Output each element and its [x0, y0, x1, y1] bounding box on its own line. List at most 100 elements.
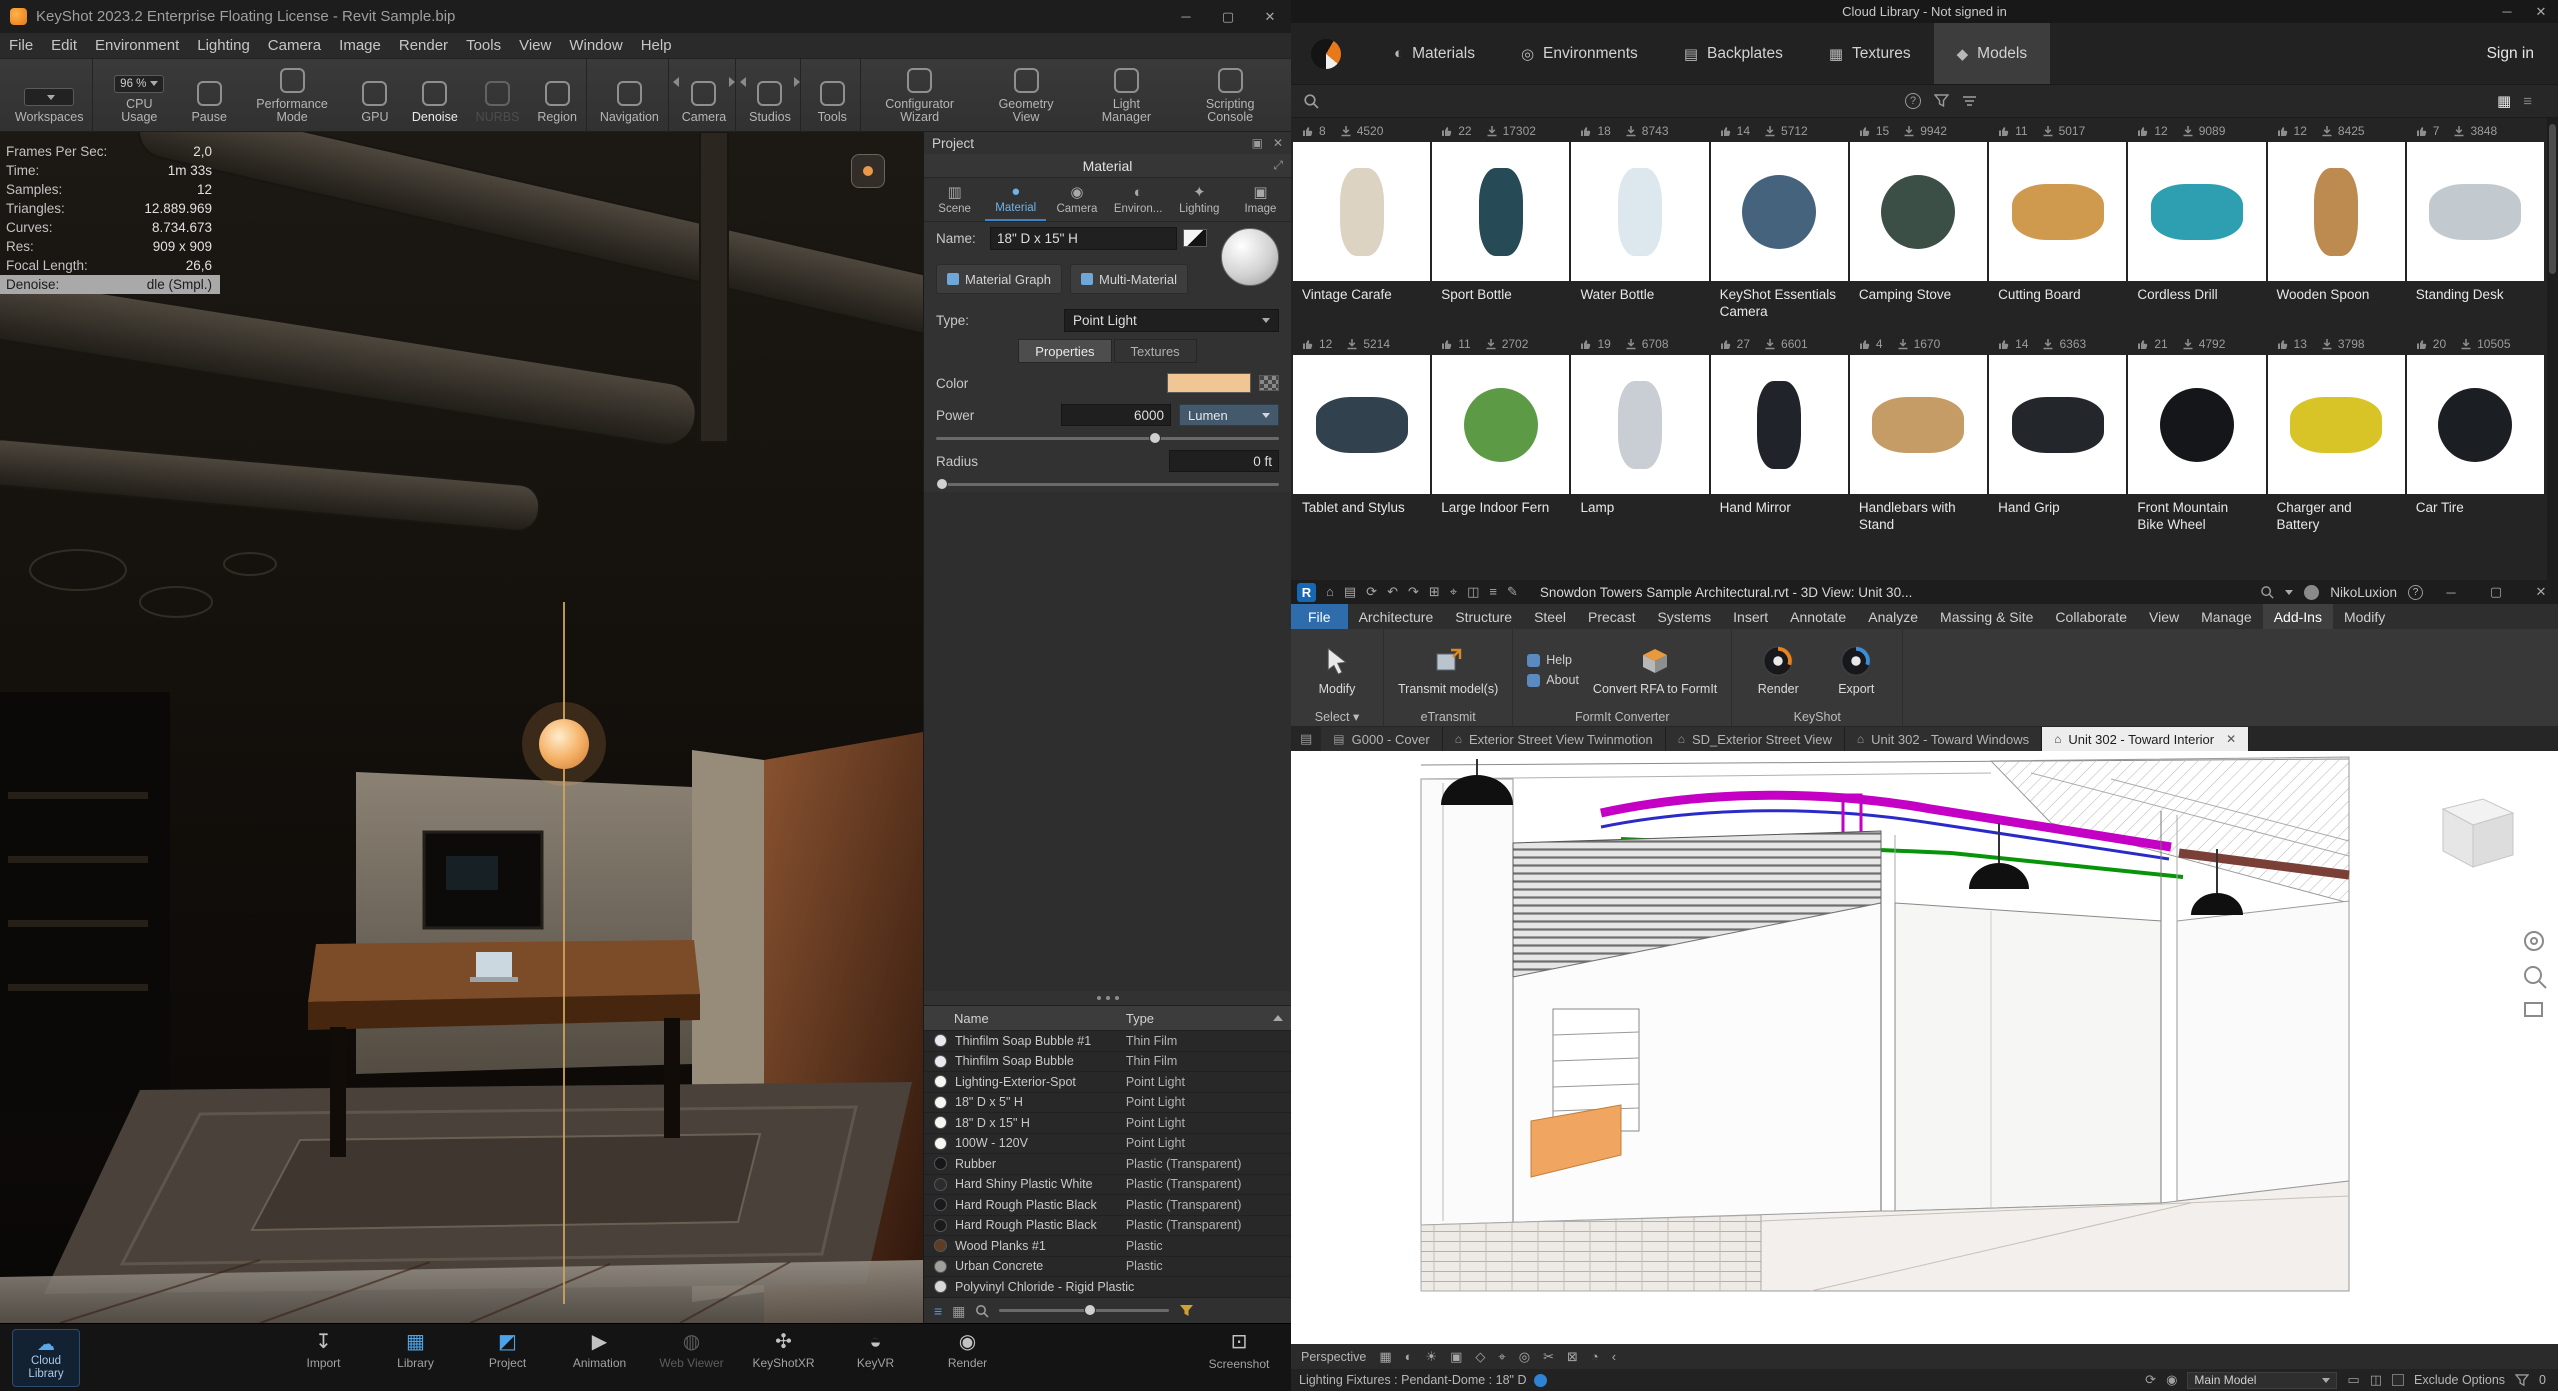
panel-label-keyshot[interactable]: KeyShot [1732, 707, 1902, 726]
quick-access-icon[interactable]: ↶ [1387, 584, 1398, 600]
ribbon-tab[interactable]: Massing & Site [1929, 604, 2044, 629]
model-card[interactable]: 19 6708 Lamp [1571, 333, 1708, 536]
list-view-icon[interactable]: ≡ [934, 1304, 942, 1318]
menu-item[interactable]: Lighting [188, 37, 259, 54]
collapse-icon[interactable]: ‹ [1612, 1349, 1616, 1364]
power-slider-handle[interactable] [1149, 432, 1161, 444]
project-panel-header[interactable]: Project ▣ ✕ [924, 132, 1291, 154]
view-tab[interactable]: ⌂ Unit 302 - Toward Windows ✕ [1845, 727, 2042, 751]
help-icon[interactable]: ? [1905, 93, 1921, 109]
model-thumbnail[interactable] [1571, 355, 1708, 494]
quick-access-icon[interactable]: ▤ [1344, 584, 1356, 600]
minimize-button[interactable]: ─ [1165, 0, 1207, 33]
help-icon[interactable]: ? [2408, 585, 2423, 600]
sort-ascending-icon[interactable] [1273, 1015, 1283, 1021]
filter-icon[interactable] [1934, 94, 1949, 108]
model-thumbnail[interactable] [1432, 142, 1569, 281]
type-column-header[interactable]: Type [1126, 1011, 1154, 1026]
panel-label-select[interactable]: Select ▾ [1291, 707, 1383, 726]
panel-label-formit[interactable]: FormIt Converter [1513, 707, 1731, 726]
cloud-library-titlebar[interactable]: Cloud Library - Not signed in ─ ✕ [1291, 0, 2558, 23]
material-list-row[interactable]: 18" D x 15" H Point Light [924, 1113, 1291, 1134]
close-button[interactable]: ✕ [2524, 580, 2558, 604]
status-icon[interactable]: ▭ [2347, 1372, 2359, 1388]
library-tab[interactable]: ▦ Textures [1806, 23, 1934, 84]
material-list-row[interactable]: Hard Rough Plastic Black Plastic (Transp… [924, 1195, 1291, 1216]
toolbar-dropdown[interactable]: 96 % [114, 75, 164, 93]
material-list-row[interactable]: Hard Rough Plastic Black Plastic (Transp… [924, 1216, 1291, 1237]
keyshot-export-button[interactable]: Export [1824, 644, 1888, 696]
model-card[interactable]: 20 10505 Car Tire [2407, 333, 2544, 536]
properties-tab[interactable]: Textures [1114, 339, 1197, 363]
library-tab[interactable]: ◆ Models [1934, 23, 2051, 84]
power-input[interactable]: 6000 [1061, 404, 1171, 426]
status-icon[interactable]: ◉ [2166, 1372, 2177, 1388]
dock-item[interactable]: ◒ KeyVR [841, 1330, 911, 1370]
view-tab[interactable]: ⌂ SD_Exterior Street View ✕ [1666, 727, 1845, 751]
material-ball-toggle-icon[interactable] [1183, 229, 1207, 247]
model-thumbnail[interactable] [1989, 142, 2126, 281]
texture-map-icon[interactable] [1259, 375, 1279, 391]
material-list-header[interactable]: Name Type [924, 1005, 1291, 1031]
view-tab[interactable]: ⌂ Unit 302 - Toward Interior ✕ [2042, 727, 2249, 751]
dock-item-cloud-library[interactable]: ☁ Cloud Library [12, 1329, 80, 1387]
search-icon[interactable] [975, 1304, 989, 1318]
menu-item[interactable]: Render [390, 37, 457, 54]
material-list-row[interactable]: 100W - 120V Point Light [924, 1134, 1291, 1155]
revit-3d-view[interactable] [1291, 751, 2558, 1344]
model-card[interactable]: 15 9942 Camping Stove [1850, 120, 1987, 323]
dock-item[interactable]: ◍ Web Viewer [657, 1330, 727, 1370]
view-control-icon[interactable]: ◔ [1591, 1349, 1599, 1365]
model-thumbnail[interactable] [2407, 142, 2544, 281]
ribbon-tab[interactable]: Add-Ins [2263, 604, 2333, 629]
ribbon-tab[interactable]: Annotate [1779, 604, 1857, 629]
model-card[interactable]: 21 4792 Front Mountain Bike Wheel [2128, 333, 2265, 536]
toolbar-button[interactable]: Denoise [403, 59, 467, 131]
dock-item-screenshot[interactable]: ⊡ Screenshot [1201, 1330, 1277, 1371]
toolbar-button[interactable]: Pause [181, 59, 237, 131]
status-icon[interactable]: ◫ [2370, 1372, 2382, 1388]
model-thumbnail[interactable] [1571, 142, 1708, 281]
sign-in-button[interactable]: Sign in [2487, 45, 2558, 63]
toolbar-button[interactable]: Navigation [591, 59, 669, 131]
menu-item[interactable]: Edit [42, 37, 86, 54]
material-list-row[interactable]: Thinfilm Soap Bubble Thin Film [924, 1052, 1291, 1073]
transmit-model-button[interactable]: Transmit model(s) [1398, 644, 1498, 696]
quick-access-icon[interactable]: ≡ [1489, 584, 1497, 600]
modify-button[interactable]: Modify [1305, 644, 1369, 696]
view-control-icon[interactable]: ▦ [1379, 1349, 1391, 1365]
view-control-icon[interactable]: ✂ [1543, 1349, 1554, 1365]
dock-item[interactable]: ◉ Render [933, 1330, 1003, 1370]
scrollbar-thumb[interactable] [2549, 124, 2556, 274]
sort-icon[interactable] [1962, 94, 1977, 108]
quick-access-icon[interactable]: ✎ [1507, 584, 1518, 600]
model-thumbnail[interactable] [2268, 142, 2405, 281]
dock-item[interactable]: ▦ Library [381, 1330, 451, 1370]
project-tab[interactable]: ▥ Scene [924, 178, 985, 221]
model-card[interactable]: 12 9089 Cordless Drill [2128, 120, 2265, 323]
selection-toggle-icon[interactable] [1534, 1374, 1547, 1387]
keyshot-titlebar[interactable]: KeyShot 2023.2 Enterprise Floating Licen… [0, 0, 1291, 33]
ribbon-tab[interactable]: Collaborate [2044, 604, 2138, 629]
revit-logo-icon[interactable]: R [1297, 583, 1316, 602]
model-thumbnail[interactable] [1850, 355, 1987, 494]
menu-item[interactable]: Image [330, 37, 390, 54]
toolbar-button[interactable]: Light Manager [1078, 59, 1176, 131]
close-tab-icon[interactable]: ✕ [2226, 732, 2236, 746]
toolbar-button[interactable]: Configurator Wizard [865, 59, 975, 131]
ribbon-tab[interactable]: Modify [2333, 604, 2396, 629]
radius-input[interactable]: 0 ft [1169, 450, 1279, 472]
model-card[interactable]: 14 6363 Hand Grip [1989, 333, 2126, 536]
project-tab[interactable]: ◉ Camera [1046, 178, 1107, 221]
toolbar-button[interactable]: Camera [673, 59, 736, 131]
undock-icon[interactable]: ⤢ [1273, 158, 1283, 173]
account-avatar[interactable] [2304, 585, 2319, 600]
dock-item[interactable]: ▶ Animation [565, 1330, 635, 1370]
render-viewport[interactable]: Frames Per Sec: 2,0 Time: 1m 33s Samples… [0, 132, 923, 1323]
account-name[interactable]: NikoLuxion [2330, 585, 2397, 600]
radius-slider-handle[interactable] [936, 478, 948, 490]
power-unit-select[interactable]: Lumen [1179, 404, 1279, 426]
ribbon-tab[interactable]: Analyze [1857, 604, 1929, 629]
light-type-select[interactable]: Point Light [1064, 309, 1279, 332]
list-view-icon[interactable]: ≡ [2523, 93, 2532, 110]
